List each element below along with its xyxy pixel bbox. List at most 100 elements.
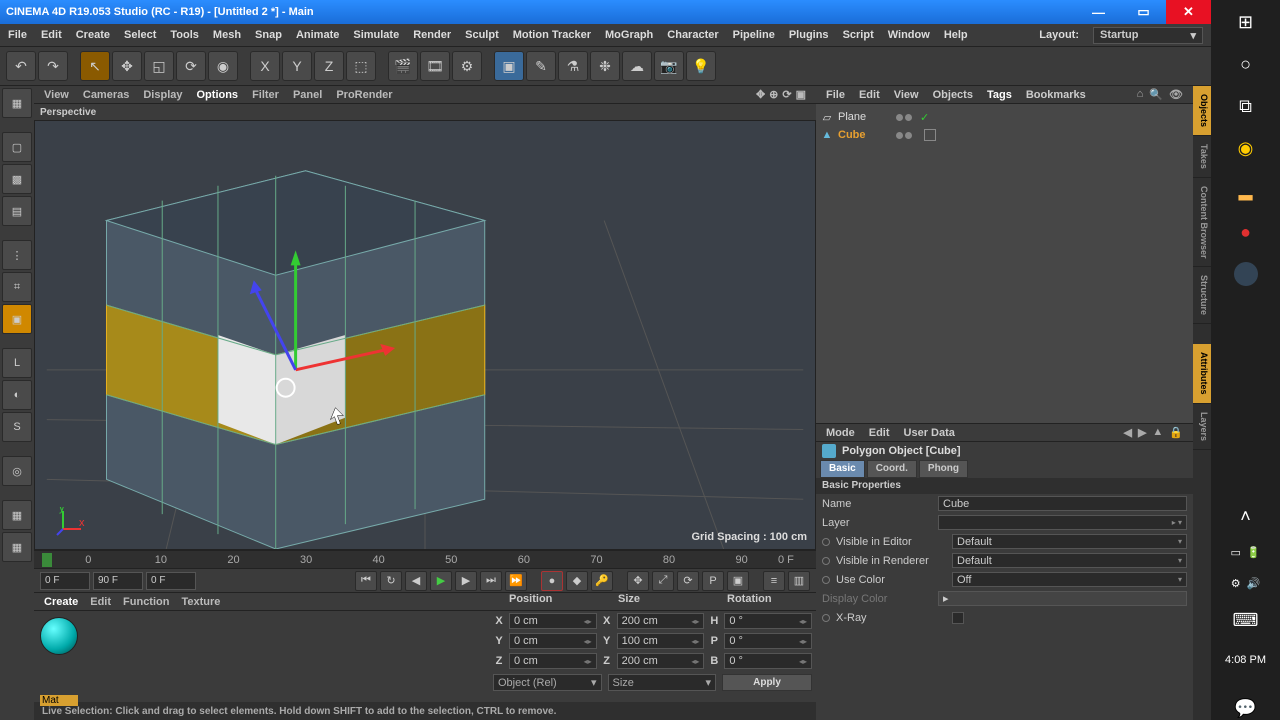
material-swatch[interactable] (40, 617, 78, 655)
axis-button[interactable]: L (2, 348, 32, 378)
xray-anim-dot[interactable] (822, 614, 830, 622)
volume-icon[interactable]: 🔊 (1247, 577, 1261, 590)
coord-system-button[interactable]: ⬚ (346, 51, 376, 81)
play-button[interactable]: ▶ (430, 571, 452, 591)
axis-z-button[interactable]: Z (314, 51, 344, 81)
playbar-opt1[interactable]: ≡ (763, 571, 785, 591)
uc-anim-dot[interactable] (822, 576, 830, 584)
menu-window[interactable]: Window (888, 29, 930, 41)
vir-anim-dot[interactable] (822, 557, 830, 565)
light-button[interactable]: 💡 (686, 51, 716, 81)
viewport-solo-button[interactable]: ◎ (2, 456, 32, 486)
menu-plugins[interactable]: Plugins (789, 29, 829, 41)
notifications-icon[interactable]: 💬 (1234, 696, 1258, 720)
menu-snap[interactable]: Snap (255, 29, 282, 41)
spline-pen-button[interactable]: ✎ (526, 51, 556, 81)
forward-button[interactable]: ⏩ (505, 571, 527, 591)
autokey-button[interactable]: ◆ (566, 571, 588, 591)
tree-row-cube[interactable]: ▲ Cube (820, 126, 1189, 144)
render-pv-button[interactable]: 🎞 (420, 51, 450, 81)
rot-b-field[interactable]: 0 °◂▸ (724, 653, 812, 669)
menu-script[interactable]: Script (843, 29, 874, 41)
viewport[interactable]: Grid Spacing : 100 cm y x (34, 120, 816, 550)
pos-z-field[interactable]: 0 cm◂▸ (509, 653, 597, 669)
close-button[interactable]: ✕ (1166, 0, 1211, 24)
primitive-cube-button[interactable]: ▣ (494, 51, 524, 81)
om-search-icon[interactable]: 🔍 (1149, 88, 1163, 101)
tray-icon[interactable]: ▭ (1230, 546, 1240, 559)
next-frame-button[interactable]: ▶ (455, 571, 477, 591)
apply-button[interactable]: Apply (722, 674, 812, 691)
c4d-app-icon[interactable] (1234, 262, 1258, 286)
scale-tool[interactable]: ◱ (144, 51, 174, 81)
generator-button[interactable]: ⚗ (558, 51, 588, 81)
vp-icon3[interactable]: ⟳ (782, 88, 791, 101)
matmenu-function[interactable]: Function (123, 596, 169, 608)
am-userdata[interactable]: User Data (904, 427, 955, 439)
snap-button[interactable]: S (2, 412, 32, 442)
pos-x-field[interactable]: 0 cm◂▸ (509, 613, 597, 629)
show-desktop-icon[interactable]: ˄ (1234, 504, 1258, 528)
menu-mograph[interactable]: MoGraph (605, 29, 653, 41)
am-mode[interactable]: Mode (826, 427, 855, 439)
vmenu-filter[interactable]: Filter (252, 89, 279, 101)
camera-button[interactable]: 📷 (654, 51, 684, 81)
size-z-field[interactable]: 200 cm◂▸ (617, 653, 705, 669)
goto-end-button[interactable]: ⏭ (480, 571, 502, 591)
rtab-objects[interactable]: Objects (1193, 86, 1211, 136)
rtab-content[interactable]: Content Browser (1193, 178, 1211, 268)
vmenu-panel[interactable]: Panel (293, 89, 322, 101)
points-mode-button[interactable]: ⋮ (2, 240, 32, 270)
vmenu-cameras[interactable]: Cameras (83, 89, 129, 101)
am-lock-icon[interactable]: 🔒 (1169, 426, 1183, 439)
matmenu-create[interactable]: Create (44, 596, 78, 608)
xray-checkbox[interactable] (952, 612, 964, 624)
axis-x-button[interactable]: X (250, 51, 280, 81)
explorer-icon[interactable]: ▂ (1234, 178, 1258, 202)
playbar-opt2[interactable]: ▥ (788, 571, 810, 591)
use-color-dropdown[interactable]: Off▾ (952, 572, 1187, 587)
menu-file[interactable]: File (8, 29, 27, 41)
vp-icon4[interactable]: ▣ (796, 88, 806, 101)
om-file[interactable]: File (826, 89, 845, 101)
om-bookmarks[interactable]: Bookmarks (1026, 89, 1086, 101)
visible-editor-dropdown[interactable]: Default▾ (952, 534, 1187, 549)
menu-create[interactable]: Create (76, 29, 110, 41)
redo-button[interactable]: ↷ (38, 51, 68, 81)
environment-button[interactable]: ☁ (622, 51, 652, 81)
texture-mode-button[interactable]: ▩ (2, 164, 32, 194)
matmenu-edit[interactable]: Edit (90, 596, 111, 608)
menu-render[interactable]: Render (413, 29, 451, 41)
layer-field[interactable]: ▸ ▾ (938, 515, 1187, 530)
menu-character[interactable]: Character (667, 29, 718, 41)
name-field[interactable]: Cube (938, 496, 1187, 511)
rot-h-field[interactable]: 0 °◂▸ (724, 613, 812, 629)
menu-select[interactable]: Select (124, 29, 156, 41)
om-home-icon[interactable]: ⌂ (1137, 88, 1144, 101)
size-x-field[interactable]: 200 cm◂▸ (617, 613, 705, 629)
model-mode-button[interactable]: ▢ (2, 132, 32, 162)
lasttool-button[interactable]: ◉ (208, 51, 238, 81)
keymode-pos-button[interactable]: ✥ (627, 571, 649, 591)
workplane-button[interactable]: ▤ (2, 196, 32, 226)
am-edit[interactable]: Edit (869, 427, 890, 439)
loop-button[interactable]: ↻ (380, 571, 402, 591)
rotate-tool[interactable]: ⟳ (176, 51, 206, 81)
rtab-attributes[interactable]: Attributes (1193, 344, 1211, 404)
om-view[interactable]: View (894, 89, 919, 101)
goto-start-button[interactable]: ⏮ (355, 571, 377, 591)
menu-tools[interactable]: Tools (170, 29, 199, 41)
visible-renderer-dropdown[interactable]: Default▾ (952, 553, 1187, 568)
om-objects[interactable]: Objects (933, 89, 973, 101)
render-settings-button[interactable]: ⚙ (452, 51, 482, 81)
menu-help[interactable]: Help (944, 29, 968, 41)
vp-icon2[interactable]: ⊕ (769, 88, 778, 101)
matmenu-texture[interactable]: Texture (181, 596, 220, 608)
vmenu-options[interactable]: Options (197, 89, 239, 101)
am-up-icon[interactable]: ▲ (1152, 426, 1163, 439)
menu-simulate[interactable]: Simulate (353, 29, 399, 41)
current-frame-field[interactable]: 0 F (146, 572, 196, 590)
chrome-icon[interactable]: ◉ (1234, 136, 1258, 160)
phong-tag-icon[interactable] (924, 129, 936, 141)
key-button[interactable]: 🔑 (591, 571, 613, 591)
